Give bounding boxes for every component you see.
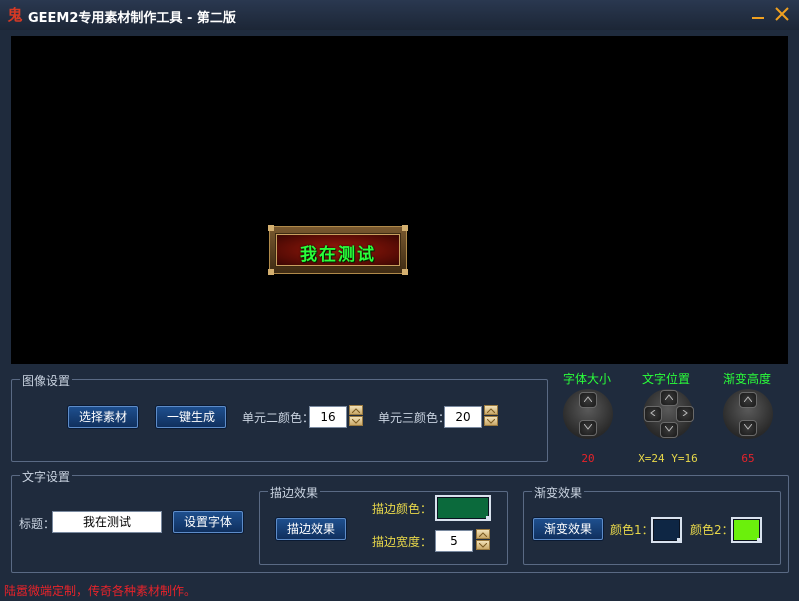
unit3-color-input[interactable]: 20 — [444, 406, 482, 428]
stroke-color-label: 描边颜色： — [372, 502, 433, 516]
gradient-height-dial[interactable] — [723, 389, 773, 439]
font-size-value: 20 — [581, 452, 595, 465]
font-size-up-button[interactable] — [579, 392, 597, 408]
unit2-color-stepper[interactable] — [349, 405, 363, 427]
gradient-effect-title: 渐变效果 — [532, 484, 585, 501]
text-position-value: X=24 Y=16 — [638, 452, 698, 465]
unit2-color-input[interactable]: 16 — [309, 406, 347, 428]
spin-up-button[interactable] — [484, 405, 498, 415]
chevron-down-icon — [352, 419, 360, 424]
position-right-button[interactable] — [676, 406, 694, 422]
chevron-down-icon — [479, 543, 487, 548]
font-size-down-button[interactable] — [579, 420, 597, 436]
frame-corner — [402, 269, 408, 275]
spin-up-button[interactable] — [476, 529, 490, 539]
font-size-label: 字体大小 — [562, 372, 611, 386]
spin-up-button[interactable] — [349, 405, 363, 415]
position-down-button[interactable] — [660, 422, 678, 438]
gradient-color1-swatch[interactable] — [651, 517, 682, 543]
preview-canvas: 我在测试 — [11, 36, 788, 364]
title-input[interactable]: 我在测试 — [52, 511, 162, 533]
chevron-down-icon — [487, 419, 495, 424]
text-settings-title: 文字设置 — [20, 468, 73, 485]
chevron-up-icon — [352, 408, 360, 413]
status-text: 陆嚣微端定制，传奇各种素材制作。 — [4, 584, 197, 598]
position-left-button[interactable] — [644, 406, 662, 422]
position-up-button[interactable] — [660, 390, 678, 406]
app-logo-icon: 鬼 — [7, 6, 23, 24]
generate-button[interactable]: 一键生成 — [156, 406, 226, 428]
arrow-right-icon — [682, 410, 688, 416]
gradient-color2-swatch[interactable] — [731, 517, 762, 543]
gradient-color2-label: 颜色2： — [690, 523, 734, 537]
spin-down-button[interactable] — [349, 416, 363, 426]
arrow-up-icon — [744, 396, 752, 402]
minimize-button[interactable] — [747, 5, 769, 25]
window-title: GEEM2专用素材制作工具 - 第二版 — [28, 11, 236, 26]
stroke-width-label: 描边宽度： — [372, 535, 433, 549]
arrow-up-icon — [665, 394, 673, 400]
stroke-width-input[interactable]: 5 — [435, 530, 473, 552]
stroke-color-swatch[interactable] — [435, 495, 491, 521]
unit3-color-stepper[interactable] — [484, 405, 498, 427]
frame-corner — [268, 225, 274, 231]
gradient-height-value: 65 — [741, 452, 755, 465]
preview-button-text: 我在测试 — [300, 245, 376, 265]
close-button[interactable] — [771, 5, 793, 25]
gradient-color1-label: 颜色1： — [610, 523, 654, 537]
arrow-left-icon — [650, 410, 656, 416]
text-position-dial[interactable] — [643, 389, 694, 439]
spin-down-button[interactable] — [476, 540, 490, 550]
frame-corner — [268, 269, 274, 275]
unit2-color-label: 单元二颜色： — [242, 411, 315, 425]
arrow-up-icon — [584, 396, 592, 402]
unit3-color-label: 单元三颜色： — [378, 411, 451, 425]
text-position-label: 文字位置 — [641, 372, 690, 386]
arrow-down-icon — [744, 424, 752, 430]
set-font-button[interactable]: 设置字体 — [173, 511, 243, 533]
spin-down-button[interactable] — [484, 416, 498, 426]
gradient-height-down-button[interactable] — [739, 420, 757, 436]
arrow-down-icon — [665, 426, 673, 432]
gradient-height-up-button[interactable] — [739, 392, 757, 408]
gradient-height-label: 渐变高度 — [722, 372, 771, 386]
gradient-effect-button[interactable]: 渐变效果 — [533, 518, 603, 540]
chevron-up-icon — [487, 408, 495, 413]
font-size-dial[interactable] — [563, 389, 613, 439]
image-settings-title: 图像设置 — [20, 372, 73, 389]
select-material-button[interactable]: 选择素材 — [68, 406, 138, 428]
arrow-down-icon — [584, 424, 592, 430]
title-bar: 鬼 GEEM2专用素材制作工具 - 第二版 — [0, 0, 799, 30]
title-label: 标题： — [19, 517, 56, 531]
stroke-effect-button[interactable]: 描边效果 — [276, 518, 346, 540]
preview-button-face: 我在测试 — [276, 234, 400, 266]
minimize-icon — [752, 17, 764, 19]
stroke-width-stepper[interactable] — [476, 529, 490, 551]
stroke-effect-title: 描边效果 — [268, 484, 321, 501]
frame-corner — [402, 225, 408, 231]
preview-game-button: 我在测试 — [268, 225, 408, 275]
chevron-up-icon — [479, 532, 487, 537]
close-icon — [775, 7, 789, 21]
